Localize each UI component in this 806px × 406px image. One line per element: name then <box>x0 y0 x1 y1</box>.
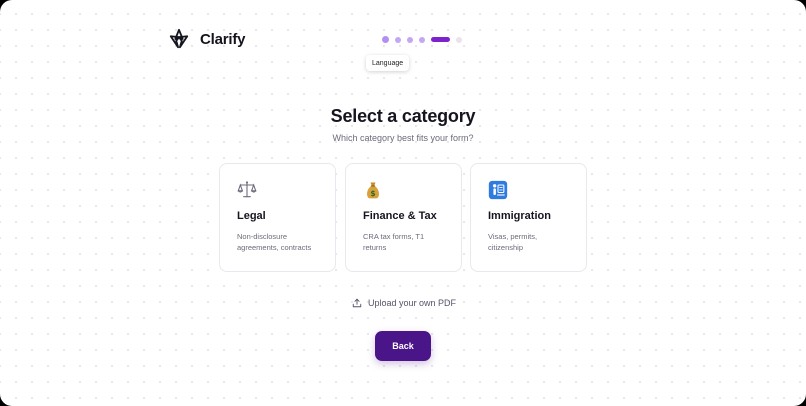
category-card-immigration[interactable]: Immigration Visas, permits, citizenship <box>470 163 587 272</box>
svg-text:$: $ <box>370 189 375 198</box>
page-title: Select a category <box>330 106 476 126</box>
category-title: Legal <box>237 210 266 222</box>
upload-label: Upload your own PDF <box>368 298 457 308</box>
category-description: Non-disclosure agreements, contracts <box>237 232 312 252</box>
progress-stepper <box>382 36 462 43</box>
balance-scale-icon <box>237 181 257 198</box>
brand-name: Clarify <box>200 30 246 48</box>
money-bag-icon: $ <box>367 182 379 199</box>
brand-logo[interactable]: Clarify <box>168 28 245 50</box>
app-frame: Clarify Language Select a category Which… <box>0 0 806 406</box>
page-subtitle: Which category best fits your form? <box>332 133 474 143</box>
clarify-logo-icon <box>169 28 189 49</box>
step-dot-3[interactable] <box>407 36 413 43</box>
category-description: Visas, permits, citizenship <box>488 232 538 252</box>
step-dot-4[interactable] <box>419 36 425 43</box>
step-dot-1[interactable] <box>382 36 389 43</box>
step-tooltip: Language <box>366 55 410 71</box>
category-title: Immigration <box>488 210 551 222</box>
step-dot-2[interactable] <box>395 36 401 43</box>
back-button[interactable]: Back <box>375 331 431 361</box>
upload-icon <box>352 298 362 308</box>
step-dot-6 <box>456 36 462 43</box>
step-dot-current <box>431 37 450 42</box>
passport-control-icon <box>488 180 508 200</box>
upload-pdf-link[interactable]: Upload your own PDF <box>352 298 456 308</box>
category-card-legal[interactable]: Legal Non-disclosure agreements, contrac… <box>219 163 336 272</box>
category-card-finance-tax[interactable]: $ Finance & Tax CRA tax forms, T1 return… <box>345 163 462 272</box>
category-description: CRA tax forms, T1 returns <box>363 232 425 252</box>
category-title: Finance & Tax <box>363 210 437 222</box>
